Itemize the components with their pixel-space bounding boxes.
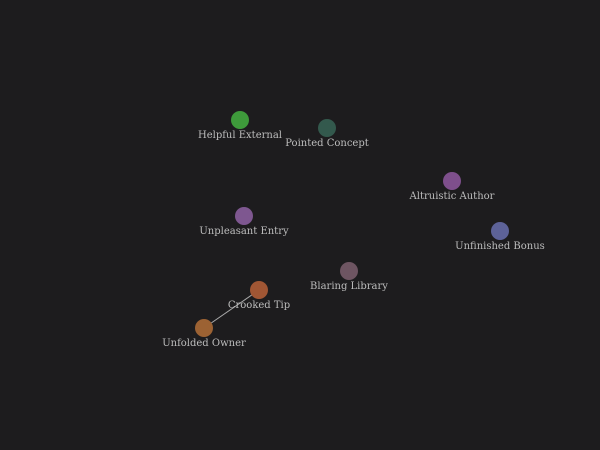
node-blaring-library[interactable]: Blaring Library	[310, 262, 388, 292]
node-label-unfolded-owner: Unfolded Owner	[162, 338, 246, 349]
node-circle-unfinished-bonus[interactable]	[491, 222, 509, 240]
node-unpleasant-entry[interactable]: Unpleasant Entry	[199, 207, 289, 237]
node-label-altruistic-author: Altruistic Author	[409, 191, 495, 202]
node-pointed-concept[interactable]: Pointed Concept	[285, 119, 369, 149]
graph-canvas: Helpful ExternalPointed Concept Altruisti…	[162, 111, 545, 349]
node-circle-crooked-tip[interactable]	[250, 281, 268, 299]
node-circle-unfolded-owner[interactable]	[195, 319, 213, 337]
node-altruistic-author[interactable]: Altruistic Author	[409, 172, 495, 202]
node-circle-unpleasant-entry[interactable]	[235, 207, 253, 225]
node-unfinished-bonus[interactable]: Unfinished Bonus	[455, 222, 545, 252]
node-unfolded-owner[interactable]: Unfolded Owner	[162, 319, 246, 349]
node-circle-pointed-concept[interactable]	[318, 119, 336, 137]
node-label-unpleasant-entry: Unpleasant Entry	[199, 226, 289, 237]
node-label-unfinished-bonus: Unfinished Bonus	[455, 241, 545, 252]
node-circle-altruistic-author[interactable]	[443, 172, 461, 190]
node-label-blaring-library: Blaring Library	[310, 281, 388, 292]
node-crooked-tip[interactable]: Crooked Tip	[228, 281, 290, 311]
nodes-layer: Helpful ExternalPointed Concept Altruisti…	[162, 111, 545, 349]
node-label-crooked-tip: Crooked Tip	[228, 300, 290, 311]
node-label-helpful-external: Helpful External	[198, 130, 282, 141]
node-label-pointed-concept: Pointed Concept	[285, 138, 369, 149]
node-helpful-external[interactable]: Helpful External	[198, 111, 282, 141]
node-circle-blaring-library[interactable]	[340, 262, 358, 280]
node-circle-helpful-external[interactable]	[231, 111, 249, 129]
